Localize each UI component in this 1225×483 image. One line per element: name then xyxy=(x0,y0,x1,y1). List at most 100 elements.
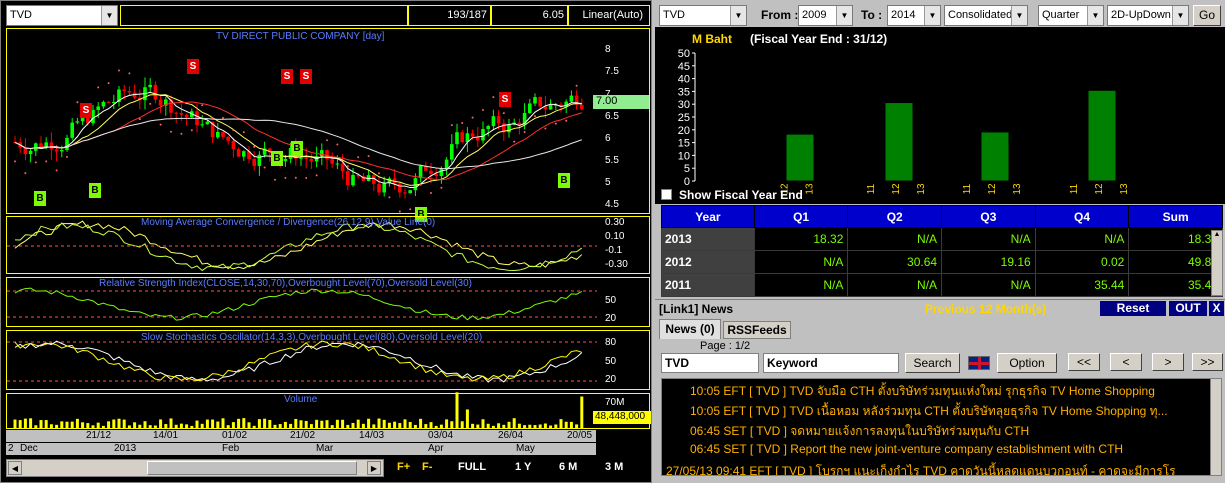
stock-chart-panel: TVD ▼ 193/187 6.05 Linear(Auto) TV DIREC… xyxy=(0,0,652,483)
sar-dot xyxy=(211,117,214,120)
sell-signal[interactable]: S xyxy=(80,103,92,118)
news-item[interactable]: 06:45 SET [ TVD ] Report the new joint-v… xyxy=(690,442,1123,456)
language-flag-icon[interactable] xyxy=(968,356,990,370)
first-page-button[interactable]: << xyxy=(1068,353,1100,371)
price-tick: 4.5 xyxy=(605,199,619,210)
page-indicator: Page : 1/2 xyxy=(700,340,751,352)
candle-body xyxy=(299,157,303,159)
sar-dot xyxy=(398,210,401,213)
sell-signal[interactable]: S xyxy=(499,92,511,107)
range-6m-button[interactable]: 6 M xyxy=(559,461,577,473)
font-decrease-button[interactable]: F- xyxy=(422,461,432,473)
cell-q2: 30.64 xyxy=(847,250,943,274)
scale-mode[interactable]: Linear(Auto) xyxy=(568,5,650,26)
news-header-bar: [Link1] News Previous 12 Month(s) Reset … xyxy=(655,299,1225,317)
bar[interactable] xyxy=(1087,89,1117,182)
table-row[interactable]: 2012 N/A 30.64 19.16 0.02 49.82 xyxy=(661,250,1223,274)
news-item[interactable]: 27/05/13 09:41 EFT [ TVD ] โบรกฯ แนะเก็ง… xyxy=(666,462,1176,475)
buy-signal[interactable]: B xyxy=(89,183,101,198)
bar[interactable] xyxy=(785,133,815,182)
from-year-select[interactable]: 2009 ▼ xyxy=(798,5,853,26)
table-scrollbar[interactable]: ▲ xyxy=(1211,230,1223,296)
news-item[interactable]: 10:05 EFT [ TVD ] TVD จับมือ CTH ตั้งบริ… xyxy=(690,382,1155,401)
x-tick-label: 13 xyxy=(1119,183,1130,195)
table-row[interactable]: 2013 18.32 N/A N/A N/A 18.32 xyxy=(661,227,1223,251)
x-tick-label: 12 xyxy=(987,183,998,195)
y-tick-label: 15 xyxy=(678,138,690,150)
scroll-left-icon[interactable]: ◀ xyxy=(8,461,22,475)
sto-tick: 80 xyxy=(605,337,617,348)
chevron-down-icon[interactable]: ▼ xyxy=(924,6,940,25)
bar[interactable] xyxy=(884,102,914,182)
chevron-down-icon[interactable]: ▼ xyxy=(730,6,746,25)
chevron-down-icon[interactable]: ▼ xyxy=(101,6,117,25)
sar-dot xyxy=(482,108,484,111)
bar[interactable] xyxy=(980,131,1010,182)
search-button[interactable]: Search xyxy=(905,353,960,373)
buy-signal[interactable]: B xyxy=(291,141,303,156)
period-select[interactable]: Quarter ▼ xyxy=(1038,5,1104,26)
range-full-button[interactable]: FULL xyxy=(458,461,486,473)
date-tick: 01/02 xyxy=(222,430,248,441)
news-scrollbar[interactable] xyxy=(1210,378,1222,476)
scroll-thumb[interactable] xyxy=(147,461,357,475)
statement-select[interactable]: Consolidated ▼ xyxy=(944,5,1028,26)
tab-rss[interactable]: RSSFeeds xyxy=(723,321,791,339)
out-button[interactable]: OUT xyxy=(1169,301,1207,316)
table-row[interactable]: 2011 N/A N/A N/A 35.44 35.44 xyxy=(661,273,1223,297)
candle-body xyxy=(330,159,334,164)
prev-page-button[interactable]: < xyxy=(1110,353,1142,371)
reset-button[interactable]: Reset xyxy=(1100,301,1166,316)
candle-body xyxy=(216,131,220,138)
chart-scrollbar[interactable]: ◀ ▶ xyxy=(6,459,384,477)
sell-signal[interactable]: S xyxy=(187,59,199,74)
show-fye-checkbox[interactable] xyxy=(661,189,672,200)
go-button[interactable]: Go xyxy=(1193,5,1221,26)
scroll-up-icon[interactable]: ▲ xyxy=(1212,231,1222,238)
sar-dot xyxy=(107,82,110,85)
y-tick-label: 45 xyxy=(678,61,690,73)
option-button[interactable]: Option xyxy=(997,353,1057,373)
sar-dot xyxy=(284,176,287,179)
sell-signal[interactable]: S xyxy=(281,69,293,84)
buy-signal[interactable]: B xyxy=(34,191,46,206)
range-1y-button[interactable]: 1 Y xyxy=(515,461,531,473)
symbol-value: TVD xyxy=(10,9,32,21)
sar-dot xyxy=(128,72,131,75)
candle-body xyxy=(96,106,100,110)
news-item[interactable]: 06:45 SET [ TVD ] จดหมายแจ้งการลงทุนในบร… xyxy=(690,422,1029,441)
range-3m-button[interactable]: 3 M xyxy=(605,461,623,473)
sto-tick: 50 xyxy=(605,356,617,367)
sar-dot xyxy=(97,86,100,89)
buy-signal[interactable]: B xyxy=(558,173,570,188)
next-page-button[interactable]: > xyxy=(1152,353,1184,371)
symbol-select[interactable]: TVD ▼ xyxy=(6,5,118,26)
font-increase-button[interactable]: F+ xyxy=(397,461,410,473)
sar-dot xyxy=(461,121,464,124)
sar-dot xyxy=(222,116,224,119)
last-page-button[interactable]: >> xyxy=(1192,353,1223,371)
scroll-right-icon[interactable]: ▶ xyxy=(367,461,381,475)
news-item[interactable]: 10:05 EFT [ TVD ] TVD เนื้อหอม หลังร่วมท… xyxy=(690,402,1168,421)
to-year-select[interactable]: 2014 ▼ xyxy=(887,5,941,26)
chevron-down-icon[interactable]: ▼ xyxy=(836,6,852,25)
month-tick: Feb xyxy=(222,443,240,454)
previous-months-label[interactable]: Previous 12 Month(s) xyxy=(925,302,1046,316)
view-select[interactable]: 2D-UpDown ▼ xyxy=(1107,5,1189,26)
candle-body xyxy=(127,90,132,93)
sar-dot xyxy=(388,196,391,199)
sar-dot xyxy=(378,172,380,175)
chevron-down-icon[interactable]: ▼ xyxy=(1011,6,1027,25)
chevron-down-icon[interactable]: ▼ xyxy=(1087,6,1103,25)
sell-signal[interactable]: S xyxy=(300,69,312,84)
news-symbol-input[interactable]: TVD xyxy=(661,353,759,373)
fin-symbol-select[interactable]: TVD ▼ xyxy=(659,5,747,26)
close-icon[interactable]: X xyxy=(1209,301,1224,316)
cell-q2: N/A xyxy=(847,273,943,297)
chevron-down-icon[interactable]: ▼ xyxy=(1172,6,1188,25)
keyword-input[interactable]: Keyword xyxy=(763,353,899,373)
tab-news[interactable]: News (0) xyxy=(659,319,721,339)
buy-signal[interactable]: B xyxy=(271,151,283,166)
volume-pane[interactable] xyxy=(6,393,650,429)
y-tick-label: 40 xyxy=(678,74,690,86)
